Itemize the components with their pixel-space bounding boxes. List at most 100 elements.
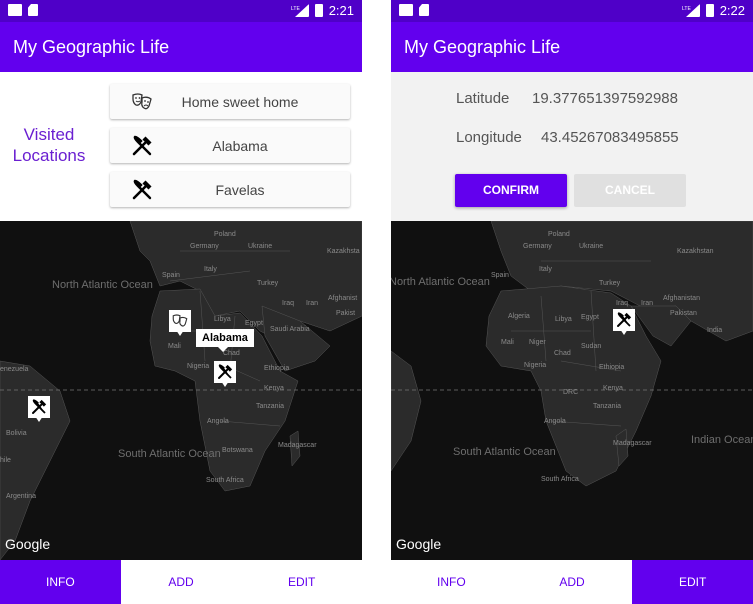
app-title: My Geographic Life [391, 22, 753, 72]
map-label-bolivia: Bolivia [6, 430, 27, 437]
map-label-madagascar: Madagascar [278, 442, 317, 449]
map-marker-home[interactable] [169, 310, 191, 336]
map-label-kenya: Kenya [264, 385, 284, 392]
map-label-botswana: Botswana [222, 447, 253, 454]
map-label-turkey: Turkey [257, 280, 279, 287]
map-label-chad: Chad [554, 350, 571, 357]
coordinate-panel: Latitude 19.377651397592988 Longitude 43… [391, 72, 753, 221]
visited-locations-label: Visited Locations [12, 125, 86, 165]
map-label-poland: Poland [214, 231, 236, 238]
map-label-spain: Spain [491, 272, 509, 279]
map-label-drc: DRC [563, 389, 579, 396]
map-label-kazakhstan: Kazakhsta [327, 248, 360, 255]
map-label-tanzania: Tanzania [256, 403, 285, 410]
map-label-ukraine: Ukraine [579, 243, 604, 250]
status-bar: LTE 2:21 [0, 0, 362, 22]
location-button-favelas[interactable]: Favelas [110, 172, 350, 207]
map-view[interactable]: Poland Germany Ukraine Kazakhstan Italy … [391, 221, 753, 560]
map-label-ukraine: Ukraine [248, 243, 273, 250]
nav-edit-button[interactable]: EDIT [632, 560, 753, 604]
bottom-navigation: INFO ADD EDIT [391, 560, 753, 604]
ocean-label-south-atlantic: South Atlantic Ocean [118, 448, 221, 460]
map-info-window: Alabama [196, 329, 254, 352]
map-marker-selected[interactable] [613, 309, 635, 335]
location-label: Alabama [212, 137, 268, 154]
svg-text:LTE: LTE [682, 6, 691, 12]
map-label-iran: Iran [641, 300, 654, 307]
sd-card-icon [28, 4, 38, 16]
google-logo: Google [5, 536, 51, 552]
status-bar: LTE 2:22 [391, 0, 753, 22]
map-label-mali: Mali [501, 339, 514, 346]
theater-masks-icon [172, 314, 188, 327]
fork-knife-icon [32, 399, 47, 414]
bottom-navigation: INFO ADD EDIT [0, 560, 362, 604]
map-label-tanzania: Tanzania [593, 403, 622, 410]
map-label-libya: Libya [555, 316, 572, 323]
nav-edit-button[interactable]: EDIT [241, 560, 362, 604]
lte-signal-icon: LTE [291, 4, 309, 17]
latitude-label: Latitude [456, 90, 510, 107]
map-label-egypt: Egypt [581, 314, 599, 321]
lte-signal-icon: LTE [682, 4, 700, 17]
confirm-button[interactable]: CONFIRM [455, 174, 567, 207]
battery-icon [705, 4, 714, 17]
map-label-south-africa: South Africa [206, 477, 244, 484]
map-label-madagascar: Madagascar [613, 440, 652, 447]
longitude-label: Longitude [456, 129, 522, 146]
map-label-poland: Poland [548, 231, 570, 238]
map-marker-favelas[interactable] [28, 396, 50, 422]
map-marker-alabama[interactable] [214, 361, 236, 387]
battery-icon [314, 4, 323, 17]
location-label: Home sweet home [181, 93, 299, 110]
map-view[interactable]: Poland Germany Ukraine Kazakhsta Spain I… [0, 221, 362, 560]
nav-info-button[interactable]: INFO [391, 560, 512, 604]
map-label-venezuela: enezuela [0, 366, 29, 373]
phone-screen-right: LTE 2:22 My Geographic Life Latitude 19.… [391, 0, 753, 604]
map-label-germany: Germany [523, 243, 552, 250]
map-label-chile: hile [0, 457, 11, 464]
map-label-ethiopia: Ethiopia [599, 364, 625, 371]
app-title: My Geographic Life [0, 22, 362, 72]
location-button-alabama[interactable]: Alabama [110, 128, 350, 163]
ocean-label-north-atlantic: North Atlantic Ocean [391, 276, 490, 288]
map-label-germany: Germany [190, 243, 219, 250]
map-label-argentina: Argentina [6, 493, 36, 500]
map-label-south-africa: South Africa [541, 476, 579, 483]
map-label-india: India [707, 327, 723, 334]
map-label-angola: Angola [544, 418, 566, 425]
fork-knife-icon [218, 364, 233, 379]
longitude-value: 43.45267083495855 [541, 129, 679, 146]
map-label-egypt: Egypt [245, 320, 263, 327]
map-label-pakistan: Pakist [336, 310, 356, 317]
ocean-label-south-atlantic: South Atlantic Ocean [453, 446, 556, 458]
map-label-turkey: Turkey [599, 280, 621, 287]
map-label-iraq: Iraq [282, 300, 295, 307]
map-label-iran: Iran [306, 300, 319, 307]
location-label: Favelas [215, 181, 265, 198]
svg-text:LTE: LTE [291, 6, 300, 12]
map-label-nigeria: Nigeria [187, 363, 210, 370]
map-label-mali: Mali [168, 343, 181, 350]
map-label-nigeria: Nigeria [524, 362, 547, 369]
map-label-spain: Spain [162, 272, 180, 279]
map-label-libya: Libya [214, 316, 231, 323]
map-label-algeria: Algeria [508, 313, 530, 320]
map-canvas [0, 221, 362, 560]
map-label-sudan: Sudan [581, 343, 602, 350]
map-label-afghanistan: Afghanistan [663, 295, 700, 302]
phone-screen-left: LTE 2:21 My Geographic Life Visited Loca… [0, 0, 362, 604]
nav-add-button[interactable]: ADD [120, 560, 242, 604]
map-label-iraq: Iraq [616, 300, 629, 307]
nav-add-button[interactable]: ADD [511, 560, 633, 604]
map-label-niger: Niger [529, 339, 546, 346]
status-time: 2:22 [719, 3, 745, 18]
ocean-label-north-atlantic: North Atlantic Ocean [52, 279, 153, 291]
nav-info-button[interactable]: INFO [0, 560, 121, 604]
latitude-value: 19.377651397592988 [532, 90, 678, 107]
status-time: 2:21 [328, 3, 354, 18]
google-logo: Google [396, 536, 442, 552]
map-label-angola: Angola [207, 418, 229, 425]
cancel-button[interactable]: CANCEL [574, 174, 686, 207]
location-button-home[interactable]: Home sweet home [110, 84, 350, 119]
